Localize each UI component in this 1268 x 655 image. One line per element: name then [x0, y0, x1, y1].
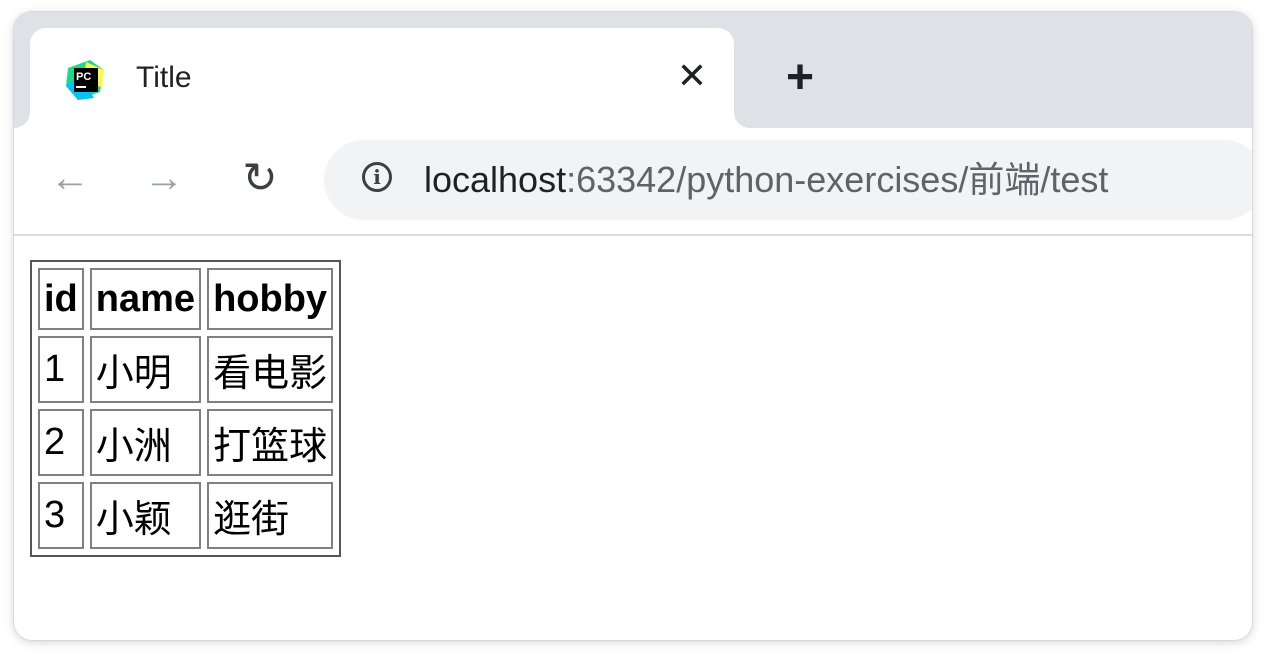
forward-arrow-icon[interactable]: → — [136, 150, 192, 206]
pycharm-icon: PC — [66, 60, 104, 100]
url-path: :63342/python-exercises/前端/test — [566, 159, 1109, 200]
address-bar[interactable]: i localhost:63342/python-exercises/前端/te… — [324, 140, 1252, 220]
svg-text:PC: PC — [76, 71, 91, 83]
cell-name: 小洲 — [89, 409, 202, 476]
cell-id: 3 — [38, 482, 84, 549]
url-host: localhost — [424, 159, 567, 200]
tab-strip: PC Title ✕ + — [14, 12, 1252, 128]
table-row: 2 小洲 打篮球 — [38, 409, 334, 476]
header-id: id — [38, 268, 84, 330]
page-content: id name hobby 1 小明 看电影 2 小洲 打篮球 3 小颖 逛街 — [14, 236, 1252, 640]
browser-window: PC Title ✕ + ← → ↻ i localhost:63342/pyt… — [14, 12, 1252, 640]
table-row: 3 小颖 逛街 — [38, 482, 334, 549]
header-name: name — [89, 268, 202, 330]
cell-name: 小明 — [89, 336, 202, 403]
cell-id: 1 — [38, 336, 84, 403]
tab-title: Title — [136, 61, 192, 94]
reload-icon[interactable]: ↻ — [232, 150, 288, 206]
hobby-table: id name hobby 1 小明 看电影 2 小洲 打篮球 3 小颖 逛街 — [30, 260, 342, 557]
new-tab-icon[interactable]: + — [774, 52, 826, 104]
site-info-icon[interactable]: i — [362, 162, 392, 192]
header-hobby: hobby — [207, 268, 334, 330]
browser-toolbar: ← → ↻ i localhost:63342/python-exercises… — [14, 128, 1252, 236]
table-row: 1 小明 看电影 — [38, 336, 334, 403]
tab-title-page[interactable]: PC Title ✕ — [30, 28, 734, 128]
cell-hobby: 打篮球 — [207, 409, 334, 476]
cell-hobby: 逛街 — [207, 482, 334, 549]
cell-hobby: 看电影 — [207, 336, 334, 403]
back-arrow-icon[interactable]: ← — [42, 150, 98, 206]
cell-name: 小颖 — [89, 482, 202, 549]
url-text[interactable]: localhost:63342/python-exercises/前端/test — [424, 158, 1108, 202]
table-header-row: id name hobby — [38, 268, 334, 330]
cell-id: 2 — [38, 409, 84, 476]
close-tab-icon[interactable]: ✕ — [670, 54, 714, 98]
